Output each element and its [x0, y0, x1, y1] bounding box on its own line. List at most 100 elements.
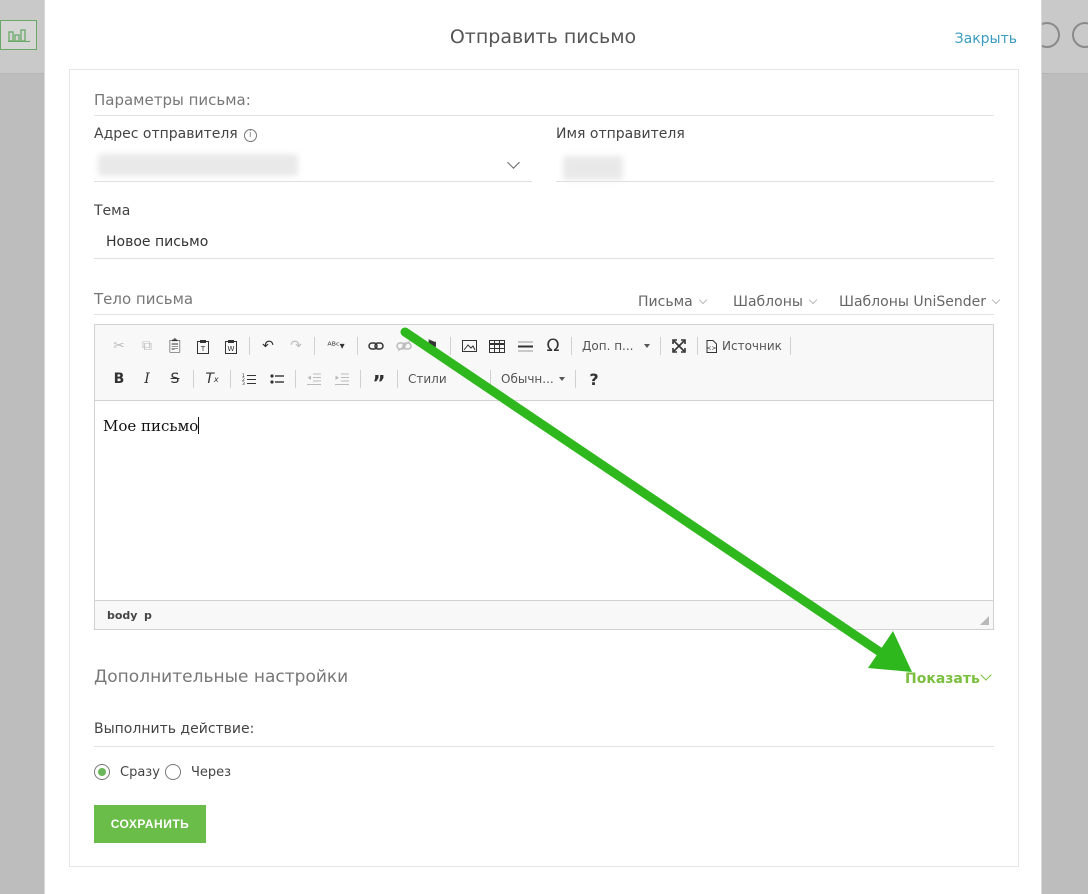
- paste-icon[interactable]: 📋︎: [161, 334, 189, 358]
- editor-statusbar: body p: [95, 600, 993, 629]
- svg-text:W: W: [228, 345, 235, 353]
- paste-text-icon[interactable]: T: [189, 334, 217, 358]
- chevron-down-icon: [991, 295, 1001, 305]
- editor-content-area[interactable]: Мое письмо: [95, 401, 993, 601]
- templates-menu[interactable]: Шаблоны: [733, 294, 818, 310]
- cut-icon[interactable]: ✂: [105, 334, 133, 358]
- sender-address-select[interactable]: [94, 181, 532, 182]
- sender-name-label: Имя отправителя: [556, 126, 685, 142]
- toolbar-separator: [193, 370, 194, 388]
- resize-handle[interactable]: [980, 616, 989, 625]
- styles-combo[interactable]: Стили: [402, 367, 486, 391]
- caret-down-icon: [474, 377, 480, 381]
- toolbar-separator: [571, 337, 572, 355]
- toolbar-separator: [490, 370, 491, 388]
- outdent-icon[interactable]: [300, 367, 328, 391]
- sender-address-label-text: Адрес отправителя: [94, 126, 238, 142]
- letters-menu[interactable]: Письма: [638, 294, 707, 310]
- caret-down-icon: [559, 377, 565, 381]
- unisender-templates-menu[interactable]: Шаблоны UniSender: [839, 294, 1001, 310]
- send-email-dialog: Отправить письмо Закрыть Параметры письм…: [44, 0, 1042, 894]
- indent-icon[interactable]: [328, 367, 356, 391]
- italic-icon[interactable]: I: [133, 367, 161, 391]
- source-button[interactable]: <> Источник: [702, 334, 786, 358]
- toolbar-separator: [314, 337, 315, 355]
- dialog-panel: Параметры письма: Адрес отправителя i Имя…: [69, 69, 1019, 867]
- toolbar-separator: [789, 337, 791, 355]
- editor-content[interactable]: Мое письмо: [103, 417, 200, 435]
- extra-combo[interactable]: Доп. п...: [576, 334, 656, 358]
- toolbar-separator: [660, 337, 661, 355]
- info-icon[interactable]: i: [243, 129, 257, 142]
- dialog-title: Отправить письмо: [449, 26, 637, 48]
- copy-icon[interactable]: ⧉: [133, 334, 161, 358]
- editor-toolbar: ✂ ⧉ 📋︎ T W ↶ ↷ ᴬᴮᶜ▾ ⚑ Ω Доп. п... <> Ист…: [95, 325, 993, 401]
- table-icon[interactable]: [483, 334, 511, 358]
- numbered-list-icon[interactable]: 123: [235, 367, 263, 391]
- paste-word-icon[interactable]: W: [217, 334, 245, 358]
- strikethrough-icon[interactable]: S: [161, 367, 189, 391]
- sender-address-label: Адрес отправителя i: [94, 126, 257, 142]
- radio-immediately[interactable]: [94, 764, 110, 780]
- format-combo[interactable]: Обычн...: [495, 367, 571, 391]
- toolbar-row-1: ✂ ⧉ 📋︎ T W ↶ ↷ ᴬᴮᶜ▾ ⚑ Ω Доп. п... <> Ист…: [105, 333, 795, 359]
- letters-menu-label: Письма: [638, 294, 693, 310]
- advanced-settings-title: Дополнительные настройки: [94, 667, 349, 687]
- help-icon[interactable]: ?: [580, 367, 608, 391]
- radio-delayed-label[interactable]: Через: [191, 765, 231, 780]
- path-item-p[interactable]: p: [144, 609, 152, 622]
- chevron-down-icon[interactable]: [507, 156, 520, 169]
- toolbar-separator: [295, 370, 296, 388]
- chevron-down-icon: [698, 295, 707, 305]
- radio-delayed[interactable]: [165, 764, 181, 780]
- toolbar-separator: [360, 370, 361, 388]
- subject-underline: [94, 258, 994, 259]
- horizontal-line-icon[interactable]: [511, 334, 539, 358]
- maximize-icon[interactable]: [665, 334, 693, 358]
- body-section-title: Тело письма: [94, 290, 194, 308]
- toolbar-separator: [450, 337, 451, 355]
- svg-text:<>: <>: [706, 345, 716, 352]
- remove-format-icon[interactable]: Tx: [198, 367, 226, 391]
- toolbar-separator: [697, 337, 698, 355]
- blockquote-icon[interactable]: ”: [365, 367, 393, 395]
- toolbar-row-2: B I S Tx 123 ” Стили Обычн... ?: [105, 366, 608, 396]
- subject-input[interactable]: Новое письмо: [106, 234, 208, 250]
- templates-menu-label: Шаблоны: [733, 294, 803, 310]
- undo-icon[interactable]: ↶: [254, 334, 282, 358]
- chevron-down-icon[interactable]: [980, 669, 992, 681]
- format-combo-label: Обычн...: [501, 372, 554, 386]
- action-label: Выполнить действие:: [94, 721, 255, 737]
- link-icon[interactable]: [362, 334, 390, 358]
- toolbar-separator: [230, 370, 231, 388]
- bold-icon[interactable]: B: [105, 367, 133, 391]
- toolbar-separator: [357, 337, 358, 355]
- sender-name-value: [563, 156, 623, 180]
- anchor-flag-icon[interactable]: ⚑: [418, 334, 446, 358]
- sender-name-field[interactable]: [556, 181, 994, 182]
- chevron-down-icon: [808, 295, 818, 305]
- text-cursor: [198, 417, 200, 434]
- redo-icon[interactable]: ↷: [282, 334, 310, 358]
- caret-down-icon: [644, 344, 650, 348]
- spellcheck-icon[interactable]: ᴬᴮᶜ▾: [319, 334, 353, 358]
- close-link[interactable]: Закрыть: [955, 31, 1017, 47]
- toolbar-separator: [397, 370, 398, 388]
- path-item-body[interactable]: body: [107, 609, 137, 622]
- svg-text:3: 3: [242, 381, 245, 385]
- radio-immediately-label[interactable]: Сразу: [120, 765, 160, 780]
- divider: [94, 746, 994, 747]
- special-char-icon[interactable]: Ω: [539, 334, 567, 358]
- source-label: Источник: [722, 339, 782, 353]
- unlink-icon[interactable]: [390, 334, 418, 358]
- show-advanced-link[interactable]: Показать: [905, 671, 980, 687]
- toolbar-separator: [249, 337, 250, 355]
- divider: [94, 314, 994, 315]
- save-button[interactable]: СОХРАНИТЬ: [94, 805, 206, 843]
- chart-icon: [0, 20, 37, 50]
- unisender-templates-menu-label: Шаблоны UniSender: [839, 294, 986, 310]
- bulleted-list-icon[interactable]: [263, 367, 291, 391]
- image-icon[interactable]: [455, 334, 483, 358]
- divider: [94, 115, 994, 116]
- sender-address-value: [98, 154, 298, 176]
